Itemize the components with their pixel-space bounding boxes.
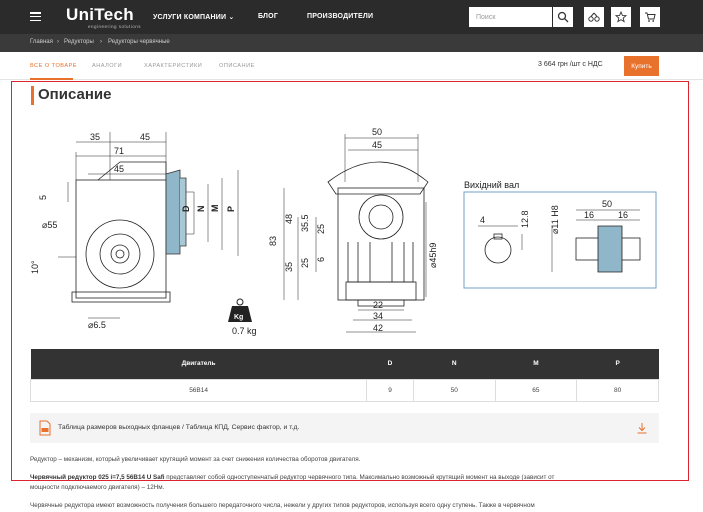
dim-4: 4 — [480, 215, 485, 225]
dim-35-5: 35.5 — [300, 214, 310, 232]
breadcrumb-worm-reducers[interactable]: Редукторы червячные — [108, 39, 170, 45]
dim-11h8: ⌀11 H8 — [550, 205, 560, 234]
product-price: 3 664 грн /шт с НДС — [538, 61, 603, 68]
table-header: Двигатель — [30, 349, 367, 379]
dim-16b: 16 — [618, 210, 628, 220]
breadcrumb: Главная › Редукторы › Редукторы червячны… — [0, 34, 703, 52]
dim-45m: 45 — [372, 140, 382, 150]
logo[interactable]: UniTech — [66, 5, 134, 25]
nav-services[interactable]: УСЛУГИ КОМПАНИИ ⌄ — [153, 13, 234, 21]
tab-analogs[interactable]: АНАЛОГИ — [92, 63, 122, 69]
file-link-text[interactable]: Таблица размеров выходных фланцев / Табл… — [58, 424, 299, 431]
nav-blog[interactable]: БЛОГ — [258, 13, 278, 20]
cart-button[interactable] — [640, 7, 660, 27]
dim-25b: 25 — [300, 258, 310, 268]
dim-12-8: 12.8 — [520, 210, 530, 228]
chevron-right-icon: › — [100, 39, 102, 45]
dim-16a: 16 — [584, 210, 594, 220]
dim-M: M — [210, 205, 220, 213]
dim-34: 34 — [373, 311, 383, 321]
dim-55: ⌀55 — [42, 220, 57, 230]
search-icon — [557, 11, 569, 23]
dim-83: 83 — [268, 236, 278, 246]
table-header-row: Двигатель D N M P — [30, 349, 659, 379]
table-header: D — [366, 349, 414, 379]
tab-characteristics[interactable]: ХАРАКТЕРИСТИКИ — [144, 63, 202, 69]
product-name: Червячный редуктор 025 i=7,5 56B14 U Saf… — [30, 474, 165, 481]
dim-50: 50 — [372, 127, 382, 137]
top-header: UniTech engineering solutions УСЛУГИ КОМ… — [0, 0, 703, 34]
table-header: P — [576, 349, 659, 379]
tab-description[interactable]: ОПИСАНИЕ — [219, 63, 255, 69]
table-cell: 9 — [366, 378, 414, 402]
nav-manufacturers[interactable]: ПРОИЗВОДИТЕЛИ — [307, 13, 373, 20]
table-header: M — [495, 349, 577, 379]
left-base — [71, 291, 171, 303]
search-input[interactable] — [469, 7, 552, 27]
logo-subtitle: engineering solutions — [88, 24, 142, 29]
dim-6-5: ⌀6.5 — [88, 320, 106, 330]
table-cell: 50 — [412, 378, 496, 402]
dim-48: 48 — [284, 214, 294, 224]
title-accent — [31, 86, 34, 105]
dim-50s: 50 — [602, 199, 612, 209]
section-title: Описание — [38, 86, 112, 103]
table-cell: 80 — [576, 378, 659, 402]
dim-35: 35 — [90, 132, 100, 142]
dim-22: 22 — [373, 300, 383, 310]
left-flange — [85, 219, 155, 289]
technical-drawing: 35 45 71 45 5 ⌀55 10° ⌀6.5 D N M P Kg 0.… — [30, 127, 657, 336]
weight-value: 0.7 kg — [232, 326, 257, 336]
dim-5: 5 — [38, 195, 48, 200]
dim-25: 25 — [316, 224, 326, 234]
dim-45: 45 — [140, 132, 150, 142]
compare-button[interactable] — [584, 7, 604, 27]
description-p1: Редуктор – механизм, который увеличивает… — [30, 456, 361, 463]
tab-all[interactable]: ВСЕ О ТОВАРЕ — [30, 63, 77, 69]
table-cell: 56B14 — [29, 378, 368, 402]
dim-N: N — [196, 206, 206, 213]
shaft-title: Вихідний вал — [464, 180, 519, 190]
chevron-down-icon: ⌄ — [228, 14, 235, 21]
dim-45h9: ⌀45h9 — [428, 243, 438, 268]
weight-icon: Kg — [228, 298, 252, 322]
file-download[interactable]: Таблица размеров выходных фланцев / Табл… — [30, 413, 659, 443]
motor-table: Двигатель D N M P 56B14 9 50 65 80 — [29, 349, 659, 402]
breadcrumb-home[interactable]: Главная — [30, 39, 53, 45]
dim-35m: 35 — [284, 262, 294, 272]
breadcrumb-reducers[interactable]: Редукторы — [64, 39, 94, 45]
middle-top-cap — [327, 161, 429, 195]
dim-42: 42 — [373, 323, 383, 333]
description-p3: Червячные редуктора имеют возможность по… — [30, 502, 535, 509]
pdf-icon — [39, 420, 51, 436]
dim-45b: 45 — [114, 164, 124, 174]
table-row: 56B14 9 50 65 80 — [29, 378, 659, 402]
dim-71: 71 — [114, 146, 124, 156]
dim-D: D — [181, 205, 191, 212]
menu-icon[interactable] — [30, 12, 41, 22]
dim-10deg: 10° — [30, 260, 40, 274]
table-cell: 65 — [494, 378, 578, 402]
active-tab-indicator — [30, 78, 73, 80]
dim-P: P — [226, 206, 236, 212]
kg-label: Kg — [234, 314, 243, 321]
favorites-button[interactable] — [611, 7, 631, 27]
description-p2: Червячный редуктор 025 i=7,5 56B14 U Saf… — [30, 474, 555, 491]
search-button[interactable] — [553, 7, 573, 27]
compare-icon — [588, 12, 600, 22]
table-header: N — [413, 349, 496, 379]
chevron-right-icon: › — [57, 39, 59, 45]
dim-6: 6 — [316, 257, 326, 262]
download-icon[interactable] — [636, 422, 648, 434]
star-icon — [615, 11, 627, 23]
buy-button[interactable]: Купить — [624, 56, 659, 76]
cart-icon — [645, 12, 656, 22]
shaft-circle — [484, 236, 512, 264]
